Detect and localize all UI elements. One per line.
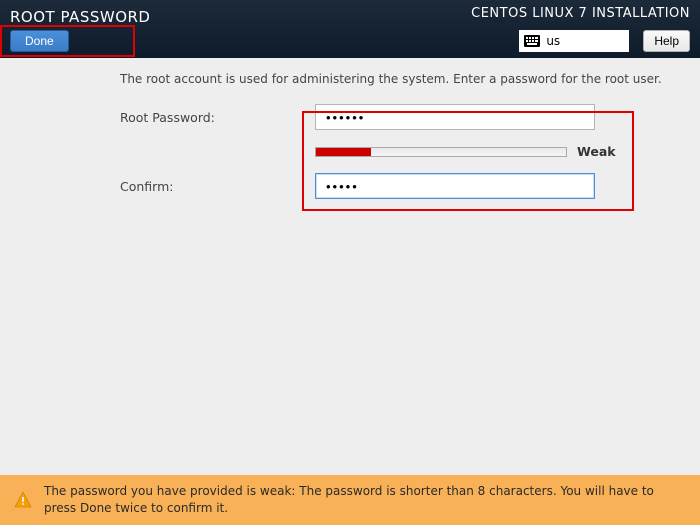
top-bar: ROOT PASSWORD Done CENTOS LINUX 7 INSTAL… <box>0 0 700 58</box>
done-button[interactable]: Done <box>10 30 69 52</box>
root-password-label: Root Password: <box>120 110 315 125</box>
password-strength-label: Weak <box>577 144 616 159</box>
password-strength-fill <box>316 148 371 156</box>
password-strength-bar <box>315 147 567 157</box>
branding-text: CENTOS LINUX 7 INSTALLATION <box>471 6 690 21</box>
keyboard-icon <box>524 35 540 47</box>
content-area: The root account is used for administeri… <box>0 58 700 199</box>
instruction-text: The root account is used for administeri… <box>120 72 680 86</box>
root-password-input[interactable] <box>315 104 595 130</box>
confirm-password-input[interactable] <box>315 173 595 199</box>
warning-bar: The password you have provided is weak: … <box>0 475 700 525</box>
help-button[interactable]: Help <box>643 30 690 52</box>
warning-text: The password you have provided is weak: … <box>44 483 686 517</box>
confirm-password-label: Confirm: <box>120 179 315 194</box>
warning-icon <box>14 491 32 509</box>
keyboard-layout-selector[interactable]: us <box>519 30 629 52</box>
keyboard-layout-label: us <box>546 34 560 48</box>
